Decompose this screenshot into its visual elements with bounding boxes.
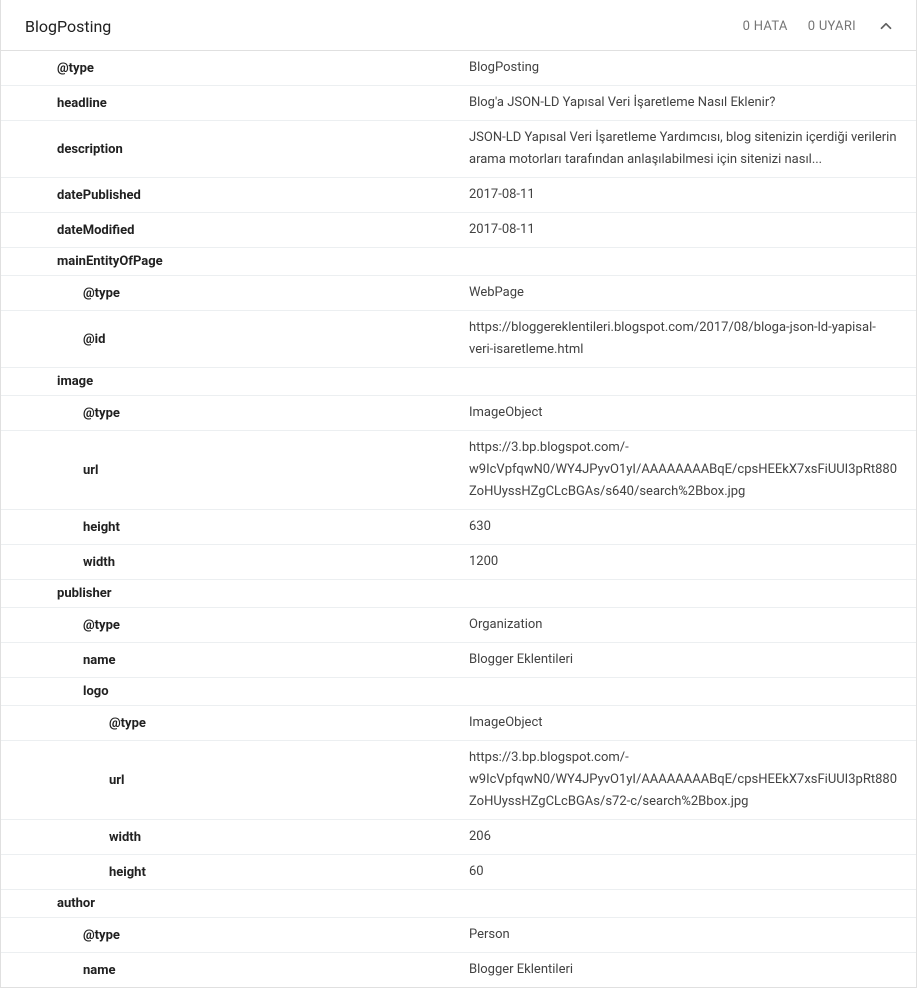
property-row[interactable]: publisher (1, 580, 916, 608)
property-key: @type (1, 55, 469, 82)
panel-header[interactable]: BlogPosting 0 HATA 0 UYARI (1, 0, 916, 51)
property-key: @type (1, 710, 469, 737)
property-key: url (1, 767, 469, 794)
property-row[interactable]: urlhttps://3.bp.blogspot.com/-w9IcVpfqwN… (1, 741, 916, 820)
property-value: https://3.bp.blogspot.com/-w9IcVpfqwN0/W… (469, 741, 916, 819)
structured-data-panel: BlogPosting 0 HATA 0 UYARI @typeBlogPost… (0, 0, 917, 988)
property-key: @type (1, 612, 469, 639)
property-value: BlogPosting (469, 51, 916, 85)
chevron-up-icon[interactable] (876, 16, 896, 36)
property-key: width (1, 824, 469, 851)
property-row[interactable]: height630 (1, 510, 916, 545)
property-value: JSON-LD Yapısal Veri İşaretleme Yardımcı… (469, 121, 916, 177)
property-row[interactable]: author (1, 890, 916, 918)
property-row[interactable]: @typePerson (1, 918, 916, 953)
property-value: 206 (469, 820, 916, 854)
property-value (469, 256, 916, 268)
property-key: datePublished (1, 182, 469, 209)
property-row[interactable]: @typeBlogPosting (1, 51, 916, 86)
property-value (469, 898, 916, 910)
panel-title: BlogPosting (25, 17, 743, 36)
property-key: @type (1, 400, 469, 427)
property-value: https://bloggereklentileri.blogspot.com/… (469, 311, 916, 367)
property-value: Blogger Eklentileri (469, 953, 916, 987)
property-key: headline (1, 90, 469, 117)
property-key: height (1, 514, 469, 541)
property-key: description (1, 136, 469, 163)
property-key: @type (1, 280, 469, 307)
property-key: dateModified (1, 217, 469, 244)
property-row[interactable]: width1200 (1, 545, 916, 580)
property-value: Organization (469, 608, 916, 642)
property-key: name (1, 647, 469, 674)
property-key: url (1, 457, 469, 484)
property-row[interactable]: image (1, 368, 916, 396)
property-value: https://3.bp.blogspot.com/-w9IcVpfqwN0/W… (469, 431, 916, 509)
property-row[interactable]: nameBlogger Eklentileri (1, 643, 916, 678)
property-key: author (1, 890, 469, 917)
property-row[interactable]: logo (1, 678, 916, 706)
property-value: 630 (469, 510, 916, 544)
property-value: Blogger Eklentileri (469, 643, 916, 677)
property-value: 2017-08-11 (469, 213, 916, 247)
panel-stats: 0 HATA 0 UYARI (743, 16, 896, 36)
error-count: 0 HATA (743, 19, 788, 34)
property-row[interactable]: @typeImageObject (1, 396, 916, 431)
property-value (469, 588, 916, 600)
property-row[interactable]: urlhttps://3.bp.blogspot.com/-w9IcVpfqwN… (1, 431, 916, 510)
property-key: height (1, 859, 469, 886)
property-row[interactable]: descriptionJSON-LD Yapısal Veri İşaretle… (1, 121, 916, 178)
property-rows: @typeBlogPostingheadlineBlog'a JSON-LD Y… (1, 51, 916, 987)
property-key: name (1, 957, 469, 984)
property-row[interactable]: nameBlogger Eklentileri (1, 953, 916, 987)
property-value: Person (469, 918, 916, 952)
property-value: WebPage (469, 276, 916, 310)
property-key: @type (1, 922, 469, 949)
warning-count: 0 UYARI (808, 19, 856, 34)
property-value: Blog'a JSON-LD Yapısal Veri İşaretleme N… (469, 86, 916, 120)
property-row[interactable]: height60 (1, 855, 916, 890)
property-value: 60 (469, 855, 916, 889)
property-value: 1200 (469, 545, 916, 579)
property-key: @id (1, 326, 469, 353)
property-value (469, 376, 916, 388)
property-value (469, 686, 916, 698)
property-key: mainEntityOfPage (1, 248, 469, 275)
property-value: ImageObject (469, 706, 916, 740)
property-row[interactable]: @typeImageObject (1, 706, 916, 741)
property-key: logo (1, 678, 469, 705)
property-key: image (1, 368, 469, 395)
property-row[interactable]: @typeWebPage (1, 276, 916, 311)
property-key: publisher (1, 580, 469, 607)
property-value: 2017-08-11 (469, 178, 916, 212)
property-row[interactable]: mainEntityOfPage (1, 248, 916, 276)
property-key: width (1, 549, 469, 576)
property-row[interactable]: dateModified2017-08-11 (1, 213, 916, 248)
property-row[interactable]: @idhttps://bloggereklentileri.blogspot.c… (1, 311, 916, 368)
property-row[interactable]: width206 (1, 820, 916, 855)
property-row[interactable]: @typeOrganization (1, 608, 916, 643)
property-row[interactable]: datePublished2017-08-11 (1, 178, 916, 213)
property-row[interactable]: headlineBlog'a JSON-LD Yapısal Veri İşar… (1, 86, 916, 121)
property-value: ImageObject (469, 396, 916, 430)
